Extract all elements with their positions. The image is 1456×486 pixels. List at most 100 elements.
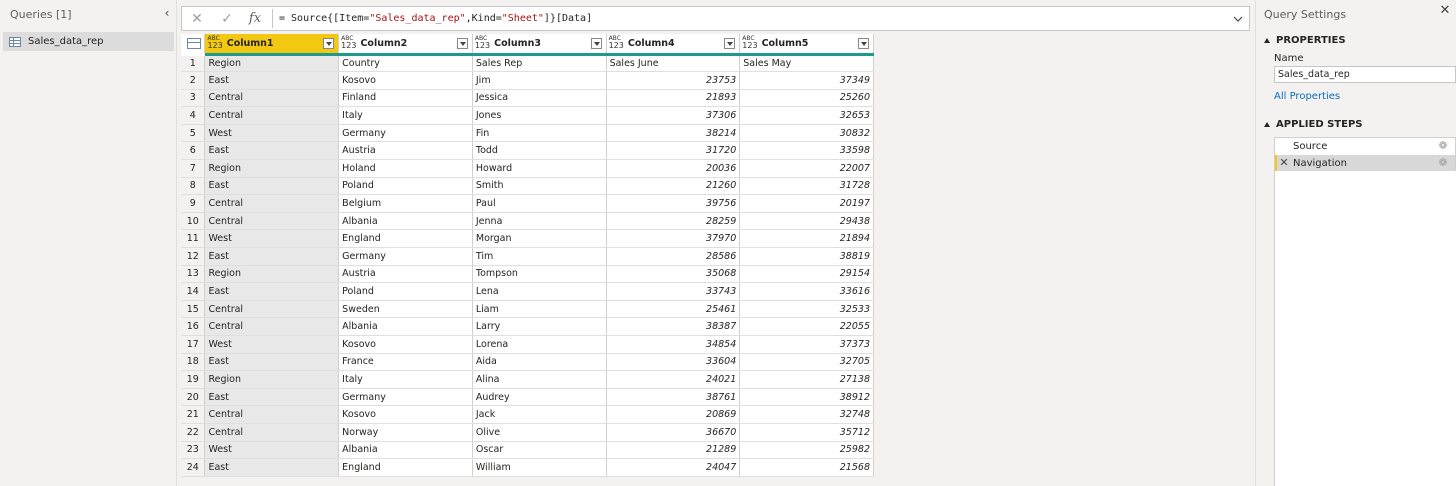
table-cell[interactable]: Jessica: [472, 89, 607, 108]
table-cell[interactable]: Albania: [338, 441, 473, 460]
row-number[interactable]: 11: [181, 229, 206, 249]
row-number[interactable]: 22: [181, 423, 206, 442]
table-cell[interactable]: West: [204, 441, 340, 460]
row-number[interactable]: 19: [181, 370, 206, 389]
table-cell[interactable]: 25982: [739, 441, 874, 460]
table-cell[interactable]: Jack: [472, 405, 607, 424]
row-number[interactable]: 3: [181, 89, 206, 108]
table-cell[interactable]: 29154: [739, 265, 874, 284]
filter-dropdown-icon[interactable]: [724, 37, 736, 49]
table-cell[interactable]: 34854: [606, 335, 741, 354]
table-cell[interactable]: Sales June: [606, 54, 741, 73]
applied-step-navigation[interactable]: ✕ Navigation ❁: [1275, 155, 1455, 172]
table-cell[interactable]: Germany: [338, 388, 473, 407]
applied-step-source[interactable]: Source ❁: [1275, 138, 1455, 155]
table-cell[interactable]: Sweden: [338, 300, 473, 319]
table-cell[interactable]: West: [204, 229, 340, 249]
table-cell[interactable]: Norway: [338, 423, 473, 442]
table-cell[interactable]: Fin: [472, 124, 607, 143]
collapse-queries-icon[interactable]: ‹: [160, 6, 174, 20]
all-properties-link[interactable]: All Properties: [1274, 91, 1340, 102]
row-number[interactable]: 14: [181, 282, 206, 301]
table-cell[interactable]: Kosovo: [338, 71, 473, 90]
table-cell[interactable]: East: [204, 141, 340, 161]
filter-dropdown-icon[interactable]: [456, 37, 468, 49]
table-cell[interactable]: Central: [204, 212, 340, 231]
table-cell[interactable]: 20197: [739, 194, 874, 213]
row-number[interactable]: 1: [181, 54, 206, 73]
row-number[interactable]: 2: [181, 71, 206, 90]
table-cell[interactable]: William: [472, 458, 607, 477]
table-cell[interactable]: East: [204, 388, 340, 407]
table-cell[interactable]: Holand: [338, 159, 473, 178]
table-cell[interactable]: 28586: [606, 247, 741, 266]
table-cell[interactable]: 37373: [739, 335, 874, 354]
table-cell[interactable]: Jim: [472, 71, 607, 90]
table-cell[interactable]: Larry: [472, 317, 607, 336]
table-cell[interactable]: Germany: [338, 124, 473, 143]
properties-heading[interactable]: PROPERTIES: [1264, 35, 1346, 46]
table-cell[interactable]: England: [338, 458, 473, 477]
table-cell[interactable]: Lorena: [472, 335, 607, 354]
table-cell[interactable]: Poland: [338, 177, 473, 196]
table-cell[interactable]: England: [338, 229, 473, 249]
table-cell[interactable]: Morgan: [472, 229, 607, 249]
table-cell[interactable]: East: [204, 458, 340, 477]
table-cell[interactable]: 27138: [739, 370, 874, 389]
row-number[interactable]: 7: [181, 159, 206, 178]
table-cell[interactable]: Germany: [338, 247, 473, 266]
cancel-icon[interactable]: ✕: [182, 7, 212, 30]
table-cell[interactable]: Olive: [472, 423, 607, 442]
query-item-sales-data-rep[interactable]: Sales_data_rep: [3, 32, 174, 51]
chevron-down-icon[interactable]: [1227, 7, 1249, 30]
table-cell[interactable]: Sales Rep: [472, 54, 607, 73]
table-cell[interactable]: Oscar: [472, 441, 607, 460]
table-cell[interactable]: Central: [204, 300, 340, 319]
table-cell[interactable]: Belgium: [338, 194, 473, 213]
table-cell[interactable]: Todd: [472, 141, 607, 161]
table-cell[interactable]: Central: [204, 317, 340, 336]
filter-dropdown-icon[interactable]: [590, 37, 602, 49]
row-number[interactable]: 15: [181, 300, 206, 319]
table-cell[interactable]: 33743: [606, 282, 741, 301]
table-cell[interactable]: Howard: [472, 159, 607, 178]
row-number[interactable]: 6: [181, 141, 206, 161]
table-cell[interactable]: 24021: [606, 370, 741, 389]
row-number[interactable]: 9: [181, 194, 206, 213]
table-cell[interactable]: 21894: [739, 229, 874, 249]
table-cell[interactable]: 37306: [606, 106, 741, 125]
table-cell[interactable]: 38761: [606, 388, 741, 407]
row-number[interactable]: 4: [181, 106, 206, 125]
table-cell[interactable]: 25461: [606, 300, 741, 319]
table-cell[interactable]: Paul: [472, 194, 607, 213]
table-cell[interactable]: Central: [204, 106, 340, 125]
close-icon[interactable]: ✕: [1438, 4, 1452, 18]
table-cell[interactable]: 32533: [739, 300, 874, 319]
table-cell[interactable]: 32653: [739, 106, 874, 125]
table-cell[interactable]: 21260: [606, 177, 741, 196]
applied-steps-heading[interactable]: APPLIED STEPS: [1264, 119, 1363, 130]
table-cell[interactable]: 35068: [606, 265, 741, 284]
table-cell[interactable]: Jenna: [472, 212, 607, 231]
table-cell[interactable]: 38819: [739, 247, 874, 266]
table-cell[interactable]: Region: [204, 54, 340, 73]
table-cell[interactable]: 28259: [606, 212, 741, 231]
table-cell[interactable]: Region: [204, 265, 340, 284]
column-header-2[interactable]: ABC 123 Column2: [338, 34, 473, 56]
table-cell[interactable]: Austria: [338, 141, 473, 161]
row-number[interactable]: 5: [181, 124, 206, 143]
table-cell[interactable]: 37970: [606, 229, 741, 249]
table-cell[interactable]: Central: [204, 194, 340, 213]
table-cell[interactable]: Italy: [338, 106, 473, 125]
table-cell[interactable]: France: [338, 353, 473, 372]
table-cell[interactable]: Sales May: [739, 54, 874, 73]
table-cell[interactable]: East: [204, 282, 340, 301]
table-cell[interactable]: East: [204, 177, 340, 196]
table-cell[interactable]: Albania: [338, 212, 473, 231]
row-number[interactable]: 8: [181, 177, 206, 196]
table-cell[interactable]: 32748: [739, 405, 874, 424]
table-cell[interactable]: 38214: [606, 124, 741, 143]
name-input[interactable]: [1274, 66, 1456, 83]
table-cell[interactable]: 38387: [606, 317, 741, 336]
table-cell[interactable]: Region: [204, 370, 340, 389]
